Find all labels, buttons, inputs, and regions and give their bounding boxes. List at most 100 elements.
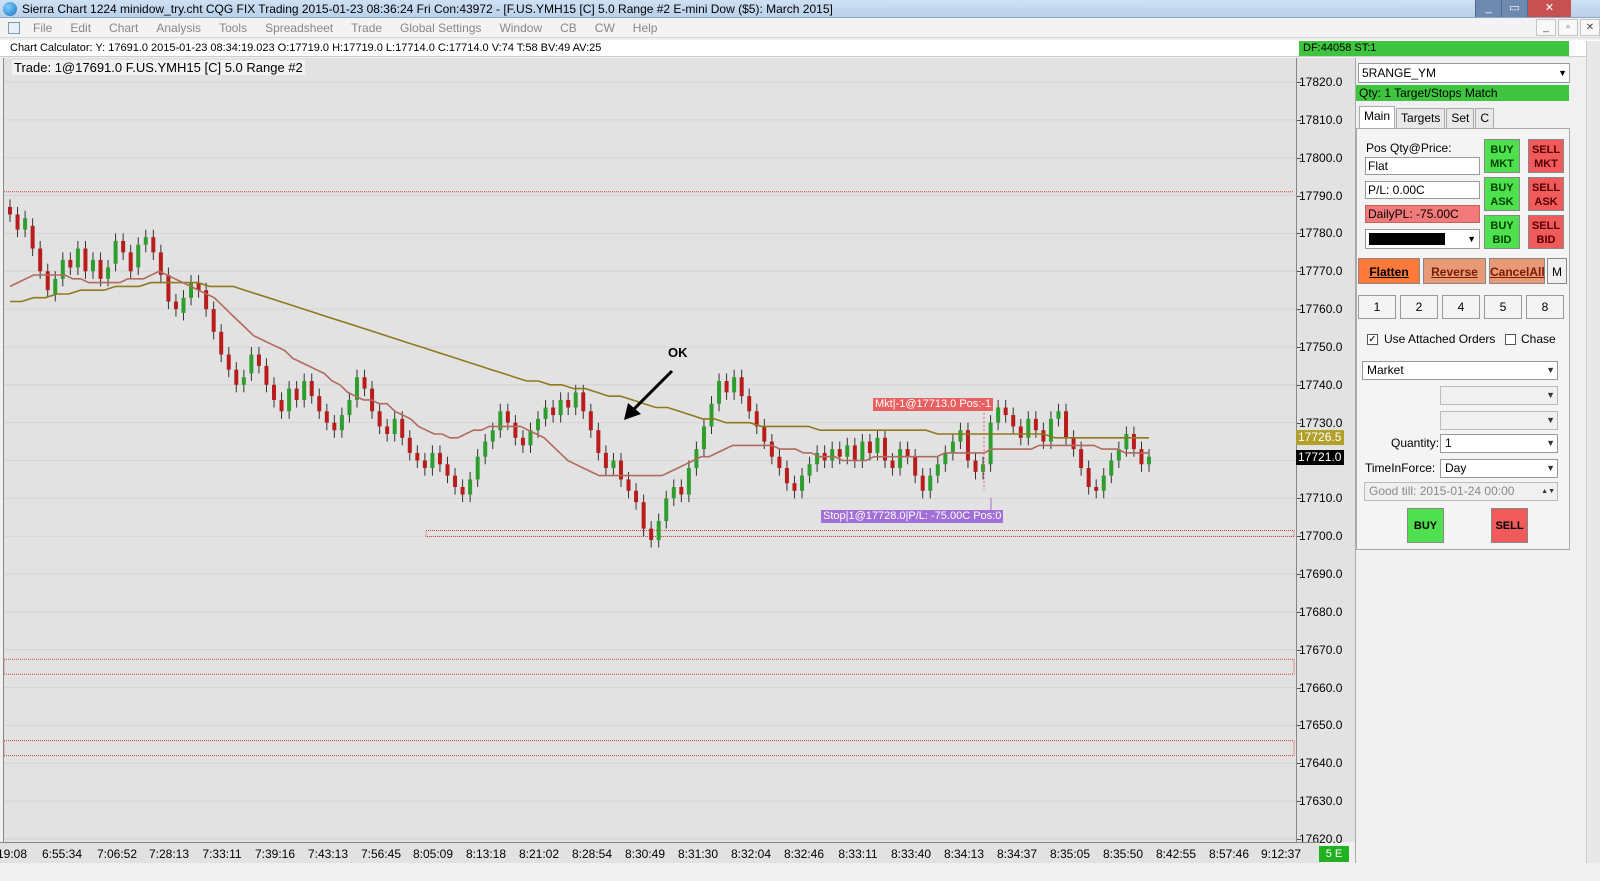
candle-body <box>505 411 510 423</box>
quantity-select[interactable]: 1 ▼ <box>1440 434 1558 453</box>
candle-body <box>68 259 73 268</box>
flatten-button[interactable]: Flatten <box>1358 258 1420 284</box>
sell-market-button[interactable]: SELL MKT <box>1528 139 1564 173</box>
candle-body <box>15 214 20 230</box>
good-till-field[interactable]: Good till: 2015-01-24 00:00 ▲▼ <box>1364 482 1558 501</box>
candle-body <box>1026 418 1031 438</box>
menu-trade[interactable]: Trade <box>342 21 391 35</box>
tab-main[interactable]: Main <box>1359 106 1396 128</box>
tab-targets[interactable]: Targets <box>1396 108 1446 128</box>
candle-body <box>385 426 390 435</box>
candle-body <box>618 460 623 480</box>
minimize-button[interactable]: _ <box>1475 0 1501 17</box>
y-tick-label: 17800.0 <box>1299 150 1343 165</box>
sell-bid-button[interactable]: SELL BID <box>1528 215 1564 249</box>
x-tick-label: 7:39:16 <box>254 847 296 861</box>
menu-file[interactable]: File <box>24 21 61 35</box>
candle-body <box>309 381 314 397</box>
menu-tools[interactable]: Tools <box>210 21 256 35</box>
chevron-down-icon: ▼ <box>1546 463 1555 473</box>
candle-body <box>166 275 171 302</box>
y-tick-label: 17820.0 <box>1299 75 1343 89</box>
menu-cw[interactable]: CW <box>586 21 624 35</box>
menu-help[interactable]: Help <box>624 21 667 35</box>
buy-button[interactable]: BUY <box>1407 508 1444 543</box>
x-tick-label: 8:30:49 <box>624 847 666 861</box>
document-icon[interactable] <box>8 21 20 34</box>
candle-body <box>626 479 631 491</box>
mdi-close-button[interactable]: ✕ <box>1580 19 1600 36</box>
candle-body <box>830 449 835 461</box>
y-tick-label: 17670.0 <box>1299 642 1343 657</box>
vertical-scrollbar[interactable] <box>1586 41 1600 863</box>
mdi-minimize-button[interactable]: _ <box>1536 19 1556 36</box>
candle-body <box>1011 415 1016 427</box>
y-tick-label: 17770.0 <box>1299 264 1343 279</box>
y-tick-label: 17650.0 <box>1299 718 1343 733</box>
candle-body <box>226 354 231 370</box>
market-order-label[interactable]: Mkt|-1@17713.0 Pos:-1 <box>873 398 994 411</box>
candle-body <box>611 460 616 469</box>
chart-area[interactable]: Trade: 1@17691.0 F.US.YMH15 [C] 5.0 Rang… <box>3 58 1296 842</box>
sell-ask-button[interactable]: SELL ASK <box>1528 177 1564 211</box>
menu-analysis[interactable]: Analysis <box>147 21 210 35</box>
chevron-down-icon: ▼ <box>1546 415 1555 425</box>
candle-body <box>45 271 50 291</box>
more-button[interactable]: M <box>1547 258 1567 284</box>
qty-preset-8[interactable]: 8 <box>1526 295 1564 319</box>
candle-body <box>362 377 367 389</box>
candle-body <box>483 441 488 457</box>
candle-body <box>75 248 80 268</box>
cancel-all-button[interactable]: CancelAll <box>1489 258 1545 284</box>
candle-body <box>762 426 767 442</box>
menu-global-settings[interactable]: Global Settings <box>391 21 490 35</box>
buy-ask-button[interactable]: BUY ASK <box>1484 177 1520 211</box>
color-select[interactable]: ▼ <box>1365 229 1480 249</box>
buy-bid-button[interactable]: BUY BID <box>1484 215 1520 249</box>
chase-checkbox[interactable] <box>1505 334 1516 345</box>
candle-body <box>543 407 548 419</box>
y-tick-label: 17810.0 <box>1299 112 1343 127</box>
scroll-badge[interactable]: 5 E <box>1319 846 1349 862</box>
candle-body <box>279 399 284 412</box>
candle-body <box>1109 460 1114 476</box>
sell-button[interactable]: SELL <box>1491 508 1528 543</box>
tab-c[interactable]: C <box>1475 108 1495 128</box>
price-2-select[interactable]: ▼ <box>1440 411 1558 430</box>
menu-window[interactable]: Window <box>490 21 551 35</box>
candle-body <box>996 407 1001 423</box>
time-in-force-select[interactable]: Day ▼ <box>1440 459 1558 478</box>
stop-order-label[interactable]: Stop|1@17728.0|P/L: -75.00C Pos:0 <box>821 510 1004 523</box>
y-tick-label: 17700.0 <box>1299 529 1343 544</box>
qty-preset-5[interactable]: 5 <box>1484 295 1522 319</box>
menu-chart[interactable]: Chart <box>100 21 147 35</box>
symbol-select[interactable]: 5RANGE_YM ▼ <box>1358 63 1570 83</box>
x-tick-label: 8:35:50 <box>1102 847 1144 861</box>
qty-preset-4[interactable]: 4 <box>1442 295 1480 319</box>
candle-body <box>860 441 865 461</box>
price-chart[interactable] <box>4 58 1296 842</box>
menu-cb[interactable]: CB <box>551 21 586 35</box>
candle-body <box>520 437 525 446</box>
reverse-button[interactable]: Reverse <box>1423 258 1486 284</box>
candle-body <box>430 452 435 469</box>
close-button[interactable]: ✕ <box>1527 0 1571 17</box>
mdi-restore-button[interactable]: ▫ <box>1558 19 1578 36</box>
order-type-select[interactable]: Market ▼ <box>1362 361 1558 380</box>
use-attached-orders-checkbox[interactable]: ✓ <box>1367 334 1378 345</box>
price-1-select[interactable]: ▼ <box>1440 386 1558 405</box>
tab-set[interactable]: Set <box>1446 108 1475 128</box>
buy-market-button[interactable]: BUY MKT <box>1484 139 1520 173</box>
panel-tabs: Main Targets Set C <box>1359 106 1495 128</box>
candle-body <box>837 449 842 457</box>
candle-body <box>943 452 948 465</box>
menu-spreadsheet[interactable]: Spreadsheet <box>256 21 342 35</box>
level-zone <box>425 530 1295 538</box>
qty-preset-1[interactable]: 1 <box>1358 295 1396 319</box>
pl-field: P/L: 0.00C <box>1365 181 1480 199</box>
menu-edit[interactable]: Edit <box>61 21 100 35</box>
candle-body <box>596 430 601 453</box>
qty-preset-2[interactable]: 2 <box>1400 295 1438 319</box>
maximize-button[interactable]: ▭ <box>1501 0 1527 17</box>
candle-body <box>641 502 646 529</box>
